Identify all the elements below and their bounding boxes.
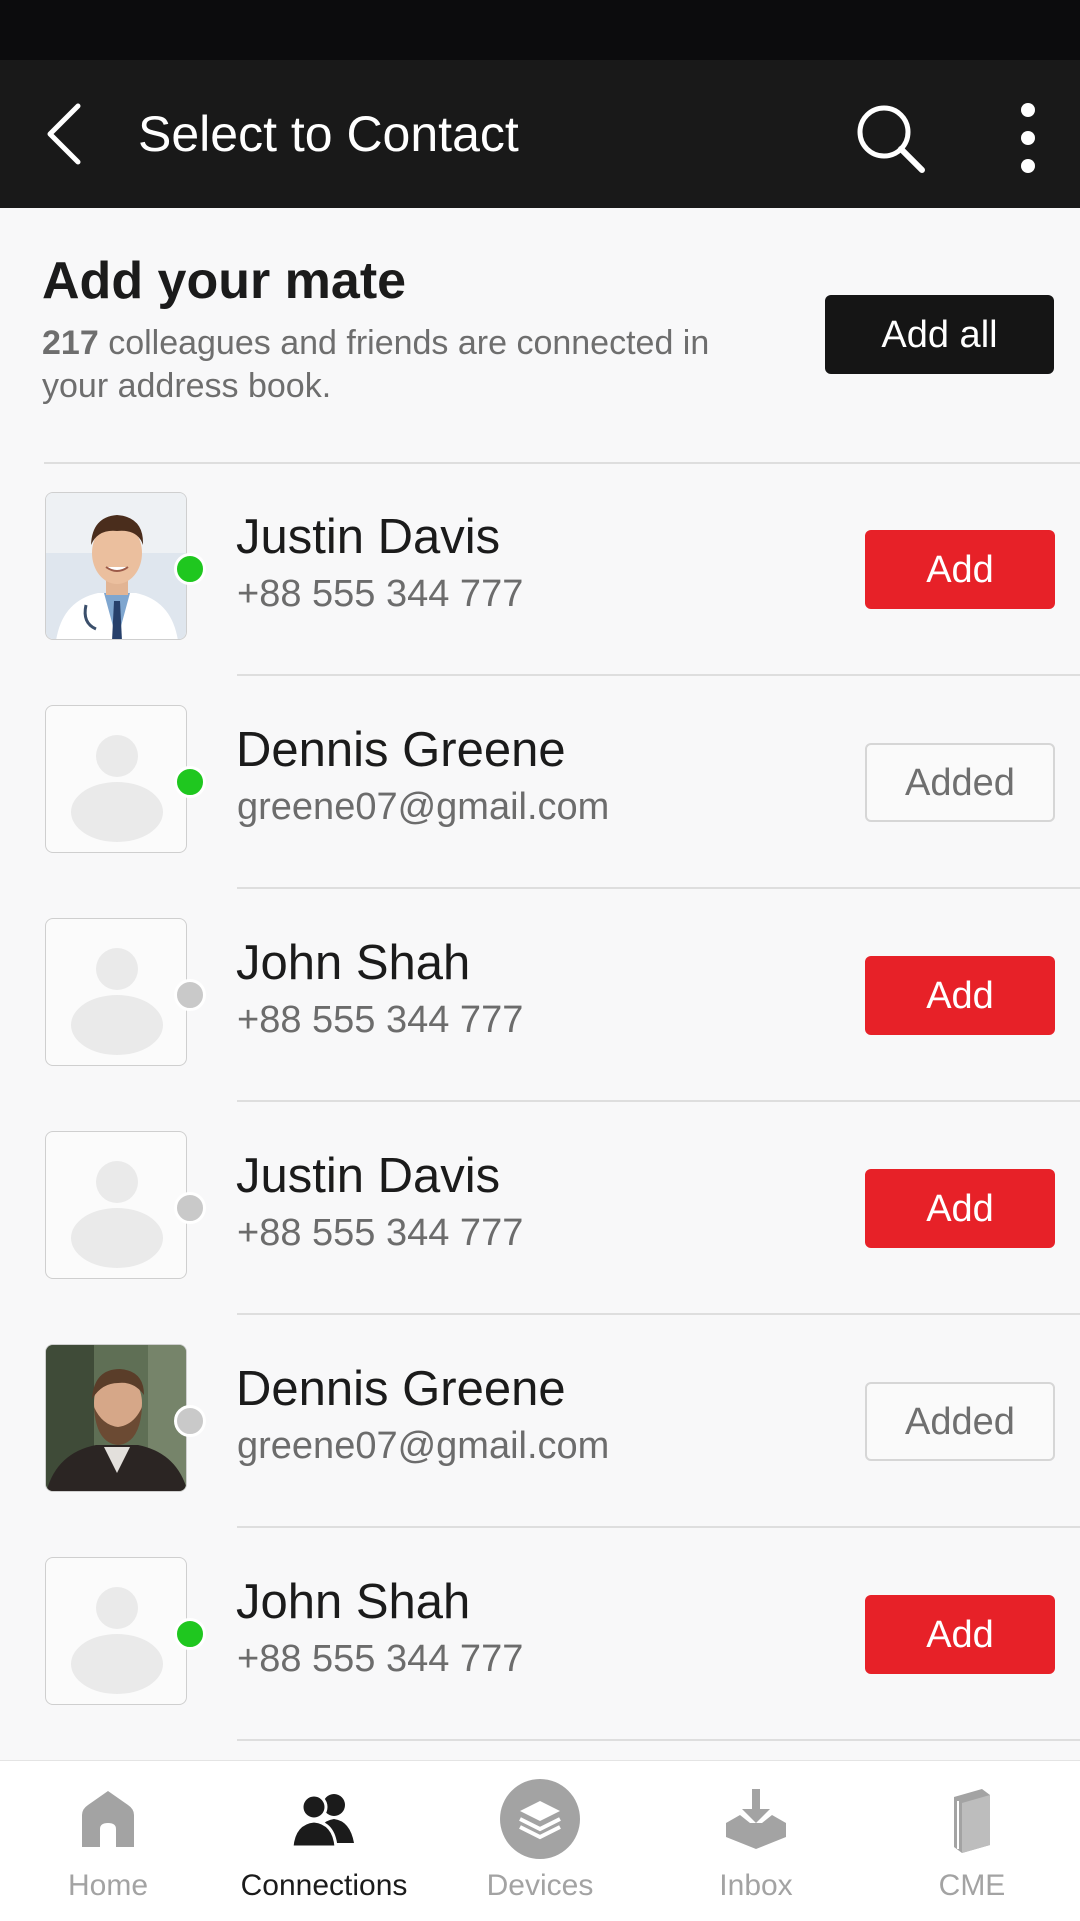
contact-row[interactable]: Dennis Greene greene07@gmail.com Added bbox=[0, 676, 1080, 889]
add-button[interactable]: Add bbox=[865, 1169, 1055, 1248]
intro-description: 217 colleagues and friends are connected… bbox=[42, 322, 742, 408]
app-bar: Select to Contact bbox=[0, 60, 1080, 208]
back-button[interactable] bbox=[38, 102, 102, 166]
add-all-button[interactable]: Add all bbox=[825, 295, 1054, 374]
online-status-dot bbox=[174, 1618, 206, 1650]
inbox-icon bbox=[716, 1779, 796, 1859]
avatar bbox=[45, 1557, 187, 1705]
home-icon bbox=[68, 1779, 148, 1859]
intro-heading: Add your mate bbox=[42, 252, 407, 310]
contact-row[interactable]: Justin Davis +88 555 344 777 Add bbox=[0, 463, 1080, 676]
offline-status-dot bbox=[174, 1192, 206, 1224]
contact-list: Justin Davis +88 555 344 777 Add Dennis Gre… bbox=[0, 463, 1080, 1741]
search-button[interactable] bbox=[850, 98, 930, 178]
nav-label: Inbox bbox=[719, 1869, 793, 1902]
search-icon bbox=[857, 105, 925, 173]
connected-count: 217 bbox=[42, 324, 99, 362]
page-title: Select to Contact bbox=[138, 106, 519, 162]
nav-item-home[interactable]: Home bbox=[0, 1761, 216, 1921]
avatar bbox=[45, 1131, 187, 1279]
added-button[interactable]: Added bbox=[865, 1382, 1055, 1461]
add-button[interactable]: Add bbox=[865, 530, 1055, 609]
more-vertical-icon bbox=[1021, 103, 1035, 173]
contact-row[interactable]: Dennis Greene greene07@gmail.com Added bbox=[0, 1315, 1080, 1528]
online-status-dot bbox=[174, 553, 206, 585]
contact-name: Dennis Greene bbox=[236, 1362, 566, 1416]
cme-icon bbox=[932, 1779, 1012, 1859]
contact-detail: greene07@gmail.com bbox=[237, 1425, 610, 1467]
contact-row[interactable]: John Shah +88 555 344 777 Add bbox=[0, 1528, 1080, 1741]
contact-name: Dennis Greene bbox=[236, 723, 566, 777]
contact-name: Justin Davis bbox=[236, 1149, 501, 1203]
devices-icon bbox=[500, 1779, 580, 1859]
nav-item-connections[interactable]: Connections bbox=[216, 1761, 432, 1921]
nav-label: Devices bbox=[486, 1869, 594, 1902]
contact-name: John Shah bbox=[236, 1575, 471, 1629]
contact-detail: greene07@gmail.com bbox=[237, 786, 610, 828]
contact-detail: +88 555 344 777 bbox=[237, 573, 524, 615]
avatar bbox=[45, 492, 187, 640]
contact-name: John Shah bbox=[236, 936, 471, 990]
intro-description-text: colleagues and friends are connected in … bbox=[42, 324, 710, 405]
contact-name: Justin Davis bbox=[236, 510, 501, 564]
more-options-button[interactable] bbox=[1000, 98, 1056, 178]
contact-detail: +88 555 344 777 bbox=[237, 1638, 524, 1680]
nav-item-cme[interactable]: CME bbox=[864, 1761, 1080, 1921]
online-status-dot bbox=[174, 766, 206, 798]
nav-label: CME bbox=[938, 1869, 1006, 1902]
nav-label: Connections bbox=[240, 1869, 408, 1902]
add-button[interactable]: Add bbox=[865, 956, 1055, 1035]
status-bar bbox=[0, 0, 1080, 60]
divider bbox=[237, 1739, 1080, 1741]
contact-detail: +88 555 344 777 bbox=[237, 999, 524, 1041]
offline-status-dot bbox=[174, 979, 206, 1011]
nav-item-inbox[interactable]: Inbox bbox=[648, 1761, 864, 1921]
contact-row[interactable]: John Shah +88 555 344 777 Add bbox=[0, 889, 1080, 1102]
back-arrow-icon bbox=[47, 103, 81, 165]
nav-item-devices[interactable]: Devices bbox=[432, 1761, 648, 1921]
avatar bbox=[45, 1344, 187, 1492]
added-button[interactable]: Added bbox=[865, 743, 1055, 822]
avatar bbox=[45, 918, 187, 1066]
intro-section: Add your mate 217 colleagues and friends… bbox=[42, 250, 742, 408]
bottom-nav: Home Connections Devices Inbox CME bbox=[0, 1760, 1080, 1921]
nav-label: Home bbox=[67, 1869, 149, 1902]
avatar bbox=[45, 705, 187, 853]
connections-icon bbox=[284, 1779, 364, 1859]
offline-status-dot bbox=[174, 1405, 206, 1437]
contact-row[interactable]: Justin Davis +88 555 344 777 Add bbox=[0, 1102, 1080, 1315]
contact-detail: +88 555 344 777 bbox=[237, 1212, 524, 1254]
add-button[interactable]: Add bbox=[865, 1595, 1055, 1674]
